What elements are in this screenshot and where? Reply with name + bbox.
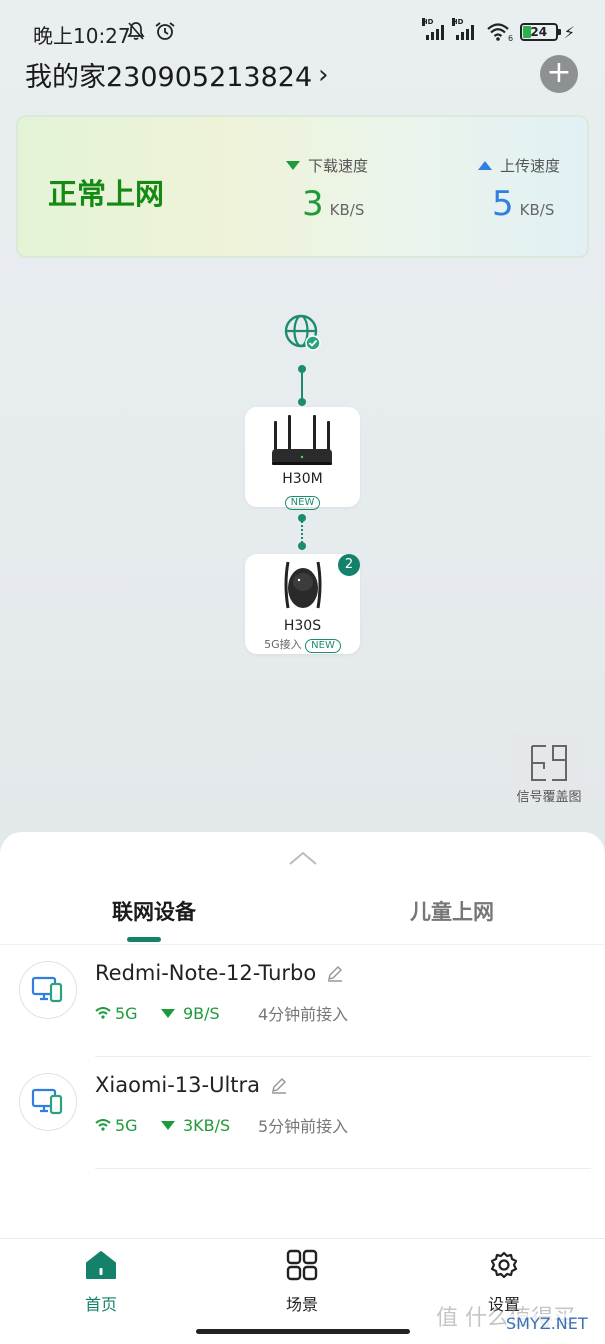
network-status-card[interactable]: 正常上网 下载速度 3 KB/S 上传速度 5 KB/S <box>16 115 589 258</box>
signal-icon-2: HD <box>451 18 474 40</box>
device-rate: 3KB/S <box>183 1115 231 1135</box>
node-name: H30S <box>283 618 322 634</box>
new-tag: NEW <box>284 496 321 510</box>
edit-icon[interactable] <box>326 964 344 982</box>
download-arrow-icon <box>161 1120 175 1130</box>
signal-icon: HD <box>421 18 444 40</box>
download-arrow-icon <box>286 161 300 170</box>
battery-icon: 24 <box>519 23 561 41</box>
status-time: 晚上10:27 <box>33 24 131 48</box>
home-selector[interactable]: 我的家230905213824 › <box>25 55 329 94</box>
nav-home-label: 首页 <box>84 1295 117 1314</box>
router-icon <box>272 415 332 465</box>
device-row[interactable]: Xiaomi-13-Ultra 5G 3KB/S 5分钟前接入 <box>0 1057 605 1169</box>
charging-icon: ⚡ <box>563 22 575 42</box>
watermark-url: SMYZ.NET <box>506 1314 588 1333</box>
download-unit: KB/S <box>329 201 365 219</box>
signal-coverage-button[interactable]: 信号覆盖图 <box>509 731 589 811</box>
wifi-icon: 6 <box>487 23 513 42</box>
internet-globe-icon[interactable] <box>283 313 321 351</box>
status-icons-left <box>126 21 176 41</box>
mesh-link-dashed <box>301 521 303 543</box>
download-speed: 下载速度 3 KB/S <box>286 155 368 224</box>
battery-level: 24 <box>530 25 548 39</box>
expand-sheet-icon[interactable] <box>288 850 318 866</box>
download-arrow-icon <box>161 1008 175 1018</box>
hd-label-2: HD <box>451 18 464 26</box>
node-connection-type: 5G接入 <box>264 638 302 651</box>
wifi-band-icon <box>95 1119 111 1131</box>
device-rate: 9B/S <box>183 1003 220 1023</box>
nav-home[interactable]: 首页 <box>61 1249 141 1315</box>
tab-indicator <box>127 937 161 942</box>
nav-scenes-label: 场景 <box>285 1295 318 1314</box>
hd-label: HD <box>421 18 434 26</box>
grid-icon <box>286 1249 318 1281</box>
upload-arrow-icon <box>478 161 492 170</box>
device-type-icon <box>31 1088 63 1115</box>
home-name: 我的家230905213824 <box>25 62 313 93</box>
wifi-band-icon <box>95 1007 111 1019</box>
device-band: 5G <box>115 1115 138 1135</box>
home-icon <box>86 1251 116 1279</box>
alarm-icon <box>155 22 175 40</box>
download-label: 下载速度 <box>308 157 369 175</box>
new-tag: NEW <box>305 639 341 653</box>
home-indicator[interactable] <box>196 1329 410 1334</box>
device-name: Redmi-Note-12-Turbo <box>95 961 317 985</box>
link-line <box>301 369 303 401</box>
device-avatar <box>19 961 77 1019</box>
tab-kids-internet[interactable]: 儿童上网 <box>410 896 494 926</box>
gear-icon <box>490 1251 518 1279</box>
wifi-sub-label: 6 <box>508 34 513 42</box>
device-band: 5G <box>115 1003 138 1023</box>
status-bar: 晚上10:27 HD HD 6 24 ⚡ <box>0 0 605 62</box>
satellite-router-icon <box>284 561 322 609</box>
device-avatar <box>19 1073 77 1131</box>
nav-scenes[interactable]: 场景 <box>262 1249 342 1315</box>
chevron-right-icon: › <box>318 59 329 90</box>
network-state: 正常上网 <box>48 177 165 211</box>
device-type-icon <box>31 976 63 1003</box>
edit-icon[interactable] <box>270 1076 288 1094</box>
coverage-label: 信号覆盖图 <box>516 790 582 805</box>
upload-unit: KB/S <box>519 201 555 219</box>
status-icons-right: HD HD 6 24 ⚡ <box>421 18 575 42</box>
download-value: 3 <box>302 184 324 224</box>
client-count-badge: 2 <box>338 554 360 576</box>
mute-bell-icon <box>127 22 145 40</box>
link-dot <box>298 542 306 550</box>
add-button[interactable]: + <box>540 55 578 93</box>
link-dot <box>298 398 306 406</box>
device-connected-time: 5分钟前接入 <box>258 1117 349 1136</box>
device-row[interactable]: Redmi-Note-12-Turbo 5G 9B/S 4分钟前接入 <box>0 945 605 1057</box>
tab-connected-devices[interactable]: 联网设备 <box>112 896 196 926</box>
device-connected-time: 4分钟前接入 <box>258 1005 349 1024</box>
divider <box>95 1168 591 1169</box>
device-name: Xiaomi-13-Ultra <box>95 1073 261 1097</box>
upload-speed: 上传速度 5 KB/S <box>478 155 560 224</box>
router-node-main[interactable]: H30M NEW <box>245 407 360 510</box>
node-name: H30M <box>282 471 323 487</box>
upload-label: 上传速度 <box>500 157 561 175</box>
upload-value: 5 <box>492 184 514 224</box>
floor-plan-icon <box>531 745 567 781</box>
